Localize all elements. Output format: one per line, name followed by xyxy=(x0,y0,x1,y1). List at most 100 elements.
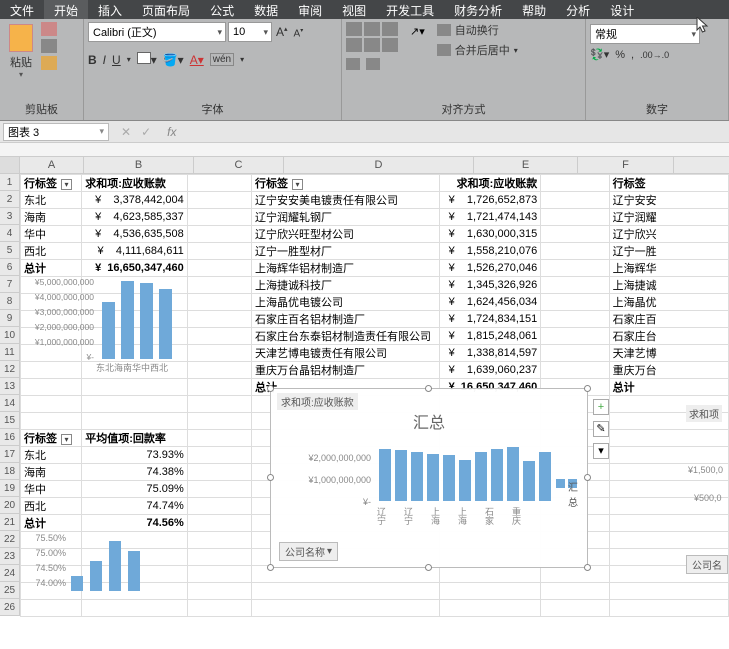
fx-icon[interactable]: fx xyxy=(167,125,176,139)
right-ytick-1: ¥1,500,0 xyxy=(688,465,723,475)
percent-icon[interactable]: % xyxy=(615,49,625,61)
row-header[interactable]: 1 xyxy=(0,174,20,191)
chart-field-label: 求和项:应收账款 xyxy=(277,393,358,410)
right-filter-button[interactable]: 公司名 xyxy=(686,555,728,574)
row-header[interactable]: 15 xyxy=(0,412,20,429)
number-format-combo[interactable]: 常规 xyxy=(590,24,700,44)
merge-center-button[interactable]: 合并后居中▾ xyxy=(437,42,518,58)
chart-styles-icon[interactable]: ✎ xyxy=(593,421,609,437)
chart-filter-button[interactable]: 公司名称 ▾ xyxy=(279,542,338,561)
row-header[interactable]: 23 xyxy=(0,548,20,565)
row-header[interactable]: 16 xyxy=(0,429,20,446)
fill-color-icon[interactable]: 🪣▾ xyxy=(163,53,184,67)
filter-dropdown-icon[interactable]: ▾ xyxy=(61,179,72,190)
indent-inc-icon[interactable] xyxy=(366,58,380,70)
format-painter-icon[interactable] xyxy=(41,56,57,70)
row-header[interactable]: 19 xyxy=(0,480,20,497)
font-color-icon[interactable]: A▾ xyxy=(190,53,204,67)
row-header[interactable]: 3 xyxy=(0,208,20,225)
col-header[interactable]: F xyxy=(578,157,674,173)
inc-decimal-icon[interactable]: .00→.0 xyxy=(640,50,669,60)
enter-icon[interactable]: ✓ xyxy=(141,125,151,139)
col-header[interactable]: C xyxy=(194,157,284,173)
chart-filter-icon[interactable]: ▾ xyxy=(593,443,609,459)
row-header[interactable]: 20 xyxy=(0,497,20,514)
row-header[interactable]: 10 xyxy=(0,327,20,344)
tab-formula[interactable]: 公式 xyxy=(200,0,244,19)
col-headers: ABCDEFG xyxy=(20,157,729,174)
row-header[interactable]: 25 xyxy=(0,582,20,599)
region-bar-chart[interactable]: ¥5,000,000,000¥4,000,000,000¥3,000,000,0… xyxy=(22,275,212,374)
rate-bar-chart[interactable]: 75.50%75.00%74.50%74.00% xyxy=(22,531,212,591)
right-field-label: 求和项 xyxy=(686,405,722,422)
orientation-icon[interactable]: ↗▾ xyxy=(410,25,425,38)
tab-help[interactable]: 帮助 xyxy=(512,0,556,19)
col-header[interactable]: D xyxy=(284,157,474,173)
tab-view[interactable]: 视图 xyxy=(332,0,376,19)
tab-data[interactable]: 数据 xyxy=(244,0,288,19)
row-header[interactable]: 7 xyxy=(0,276,20,293)
name-box[interactable]: 图表 3▾ xyxy=(3,123,109,141)
col-header[interactable]: B xyxy=(84,157,194,173)
indent-dec-icon[interactable] xyxy=(346,58,360,70)
cancel-icon[interactable]: ✕ xyxy=(121,125,131,139)
wrap-text-button[interactable]: 自动换行 xyxy=(437,22,518,38)
paste-label: 粘贴 xyxy=(10,54,32,70)
decrease-font-icon[interactable]: A▾ xyxy=(292,22,306,44)
ribbon-tabs: 文件 开始 插入 页面布局 公式 数据 审阅 视图 开发工具 财务分析 帮助 分… xyxy=(0,0,729,19)
group-align-label: 对齐方式 xyxy=(342,100,585,120)
row-header[interactable]: 24 xyxy=(0,565,20,582)
row-header[interactable]: 13 xyxy=(0,378,20,395)
increase-font-icon[interactable]: A▴ xyxy=(274,22,290,44)
tab-review[interactable]: 审阅 xyxy=(288,0,332,19)
row-header[interactable]: 5 xyxy=(0,242,20,259)
font-name-combo[interactable]: Calibri (正文) xyxy=(88,22,226,42)
tab-insert[interactable]: 插入 xyxy=(88,0,132,19)
row-header[interactable]: 11 xyxy=(0,344,20,361)
copy-icon[interactable] xyxy=(41,39,57,53)
row-header[interactable]: 18 xyxy=(0,463,20,480)
tab-file[interactable]: 文件 xyxy=(0,0,44,19)
row-header[interactable]: 4 xyxy=(0,225,20,242)
underline-more-icon[interactable]: ▾ xyxy=(127,55,131,64)
filter-dropdown-icon[interactable]: ▾ xyxy=(61,434,72,445)
col-header[interactable]: A xyxy=(20,157,84,173)
row-header[interactable]: 22 xyxy=(0,531,20,548)
bold-button[interactable]: B xyxy=(88,53,97,67)
cut-icon[interactable] xyxy=(41,22,57,36)
underline-button[interactable]: U xyxy=(112,53,121,67)
formula-bar-row: 图表 3▾ ✕ ✓ fx xyxy=(0,121,729,143)
row-header[interactable]: 17 xyxy=(0,446,20,463)
tab-dev[interactable]: 开发工具 xyxy=(376,0,444,19)
col-header[interactable]: G xyxy=(674,157,729,173)
paste-button[interactable]: 粘贴 ▾ xyxy=(4,22,38,79)
tab-home[interactable]: 开始 xyxy=(44,0,88,19)
phonetic-icon[interactable]: wén xyxy=(210,53,234,66)
font-size-combo[interactable]: 10 xyxy=(228,22,272,42)
align-grid[interactable] xyxy=(346,22,398,52)
tab-design[interactable]: 设计 xyxy=(600,0,644,19)
pivot-chart-selected[interactable]: 求和项:应收账款 汇总 ¥2,000,000,000¥1,000,000,000… xyxy=(270,388,588,568)
tab-finance[interactable]: 财务分析 xyxy=(444,0,512,19)
formula-bar[interactable] xyxy=(0,143,729,157)
row-header[interactable]: 26 xyxy=(0,599,20,616)
row-header[interactable]: 2 xyxy=(0,191,20,208)
chart-elements-icon[interactable]: + xyxy=(593,399,609,415)
row-header[interactable]: 8 xyxy=(0,293,20,310)
row-headers: 1234567891011121314151617181920212223242… xyxy=(0,157,20,616)
filter-dropdown-icon[interactable]: ▾ xyxy=(292,179,303,190)
comma-icon[interactable]: , xyxy=(631,49,634,61)
cursor-icon xyxy=(696,17,710,35)
accounting-icon[interactable]: 💱▾ xyxy=(590,48,609,61)
italic-button[interactable]: I xyxy=(103,53,106,67)
col-header[interactable]: E xyxy=(474,157,578,173)
row-header[interactable]: 6 xyxy=(0,259,20,276)
row-header[interactable]: 9 xyxy=(0,310,20,327)
border-icon[interactable]: ▾ xyxy=(137,52,157,67)
chart-legend: 汇总 xyxy=(556,479,577,488)
tab-analyze[interactable]: 分析 xyxy=(556,0,600,19)
tab-layout[interactable]: 页面布局 xyxy=(132,0,200,19)
row-header[interactable]: 21 xyxy=(0,514,20,531)
row-header[interactable]: 12 xyxy=(0,361,20,378)
row-header[interactable]: 14 xyxy=(0,395,20,412)
